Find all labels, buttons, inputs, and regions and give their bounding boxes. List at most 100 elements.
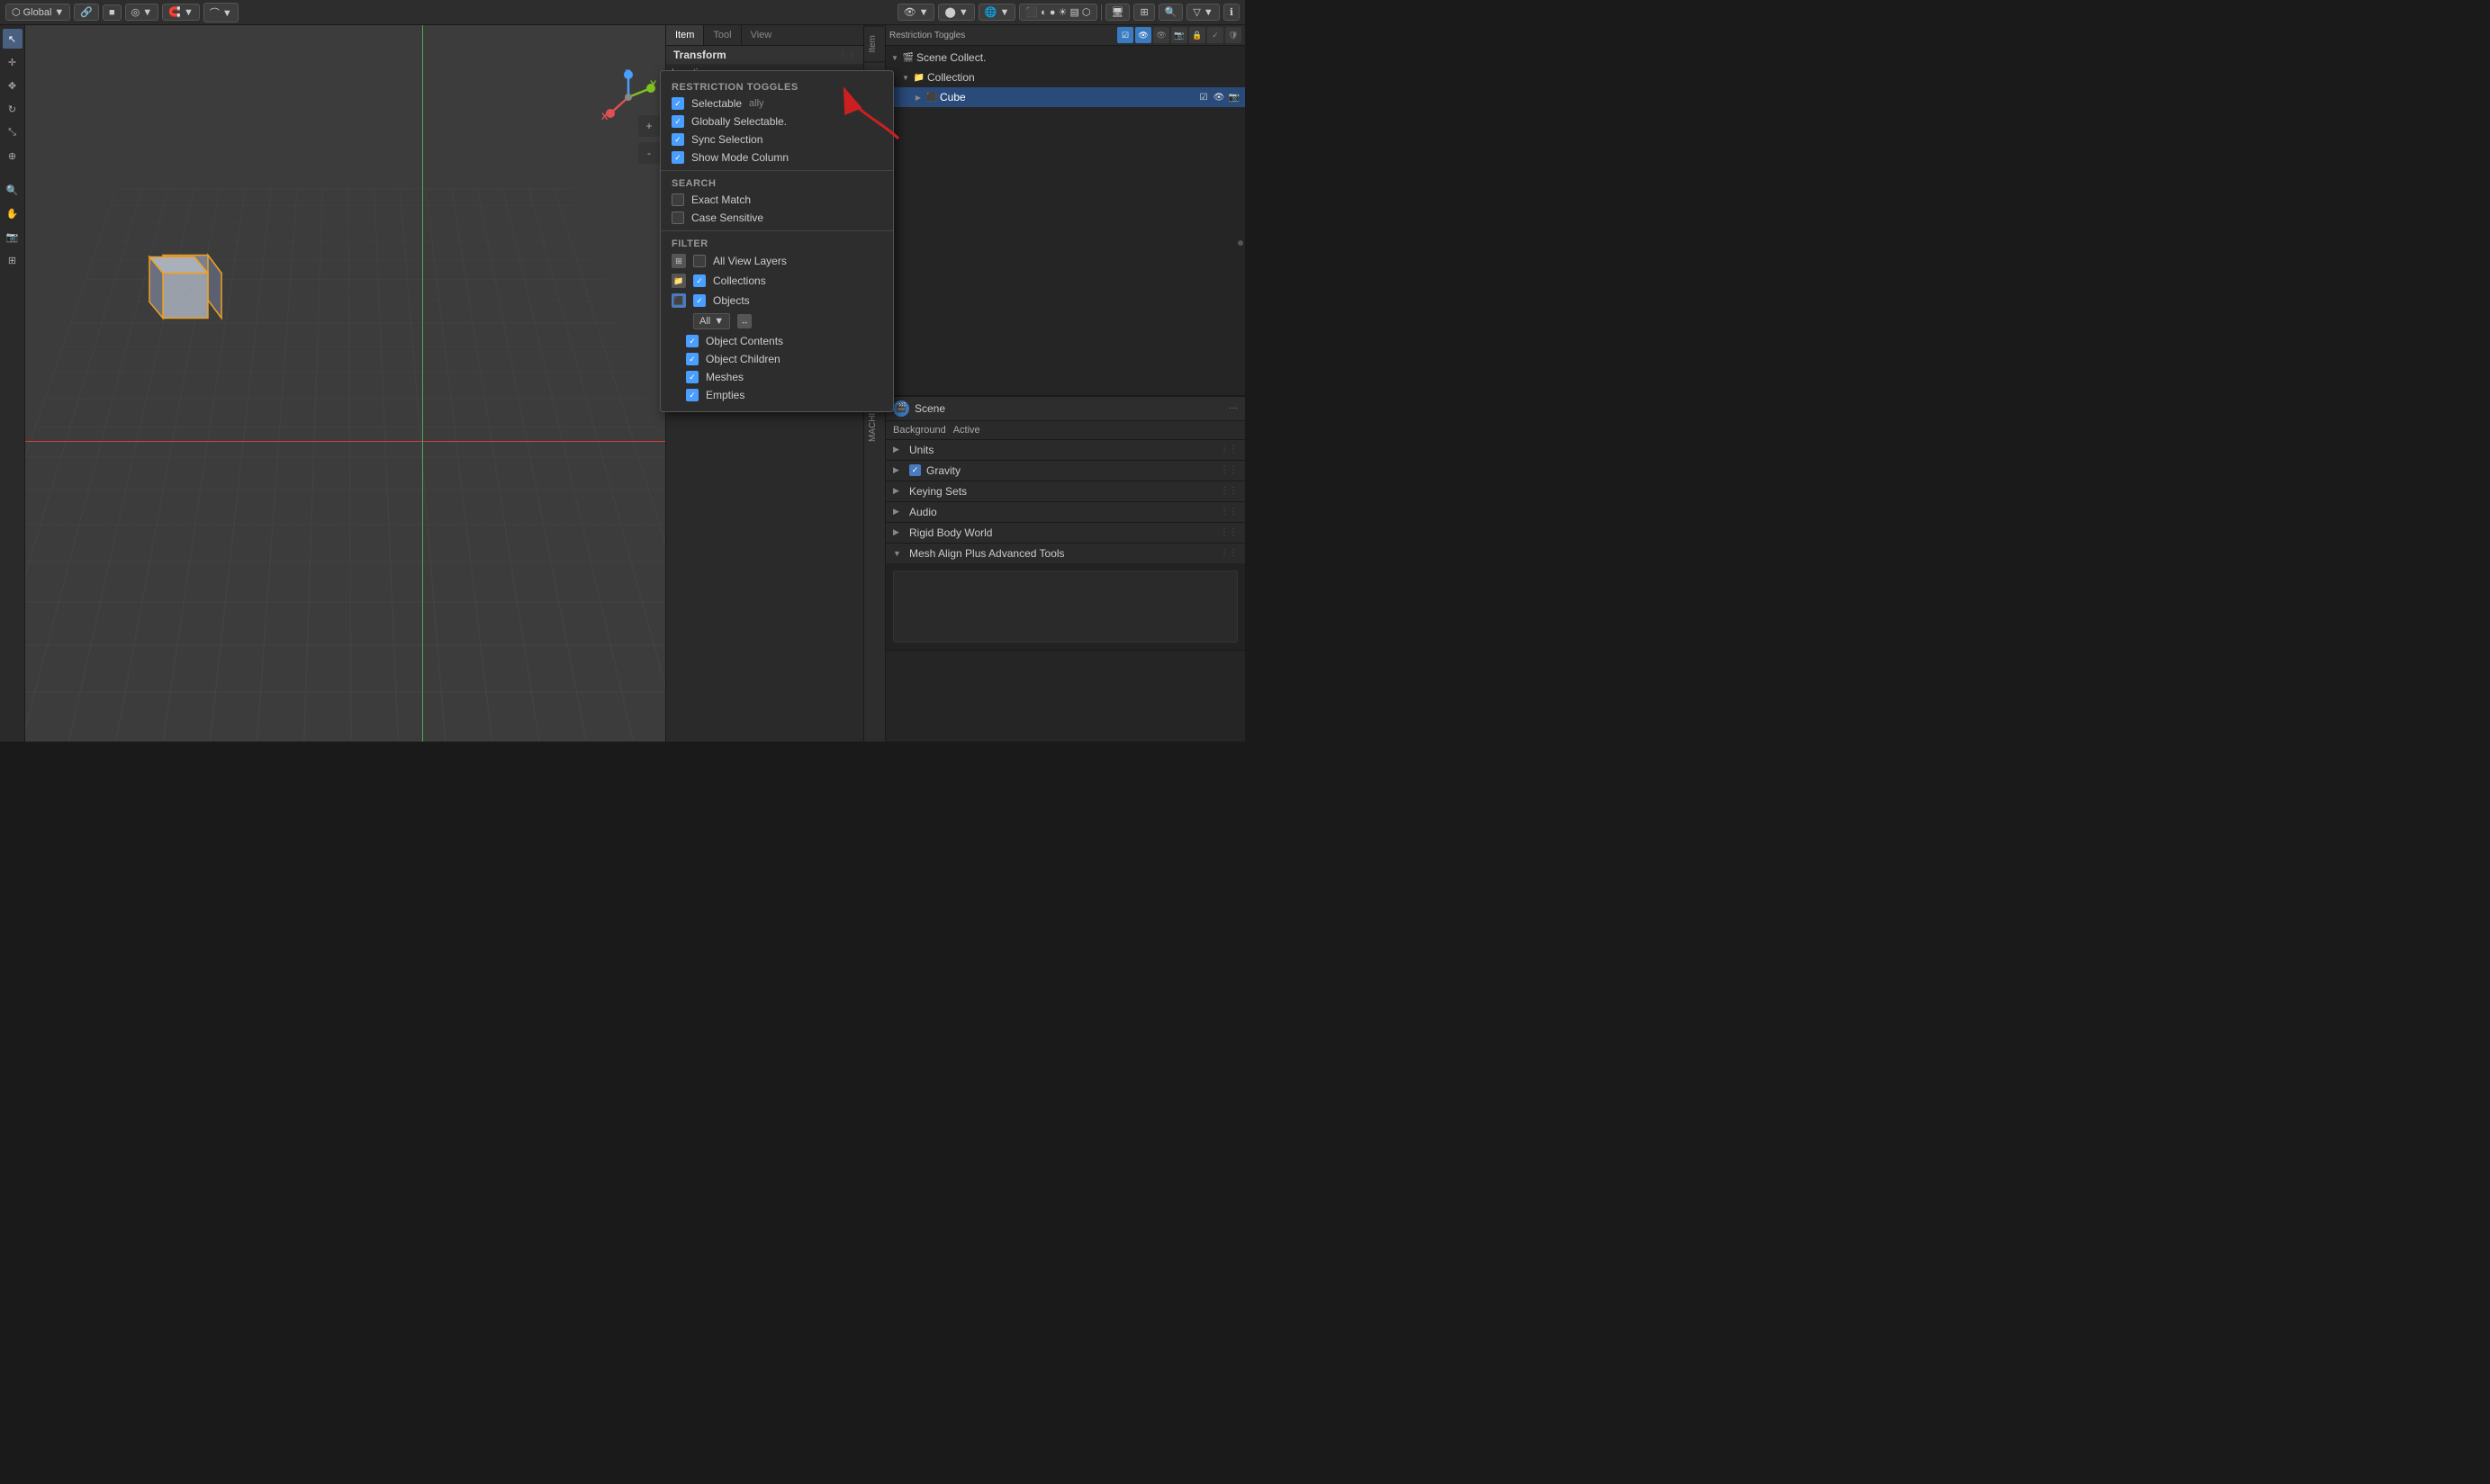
popup-collections-checkbox[interactable]: ✓ (693, 274, 706, 287)
gravity-checkbox[interactable]: ✓ (909, 464, 921, 476)
popup-empties-checkbox[interactable]: ✓ (686, 389, 699, 401)
popup-selectable-item[interactable]: ✓ Selectable ally (661, 94, 893, 112)
tree-cube[interactable]: ▶ ⬛ Cube ☑ 👁 📷 (886, 87, 1245, 107)
viewport-zoom-in[interactable]: + (638, 115, 660, 137)
overlay-btn[interactable]: ⬤ ▼ (938, 4, 974, 21)
gravity-header[interactable]: ▶ ✓ Gravity ⋮⋮ (886, 461, 1245, 481)
popup-sync-label: Sync Selection (691, 133, 762, 146)
snap-btn[interactable]: 🧲 ▼ (162, 4, 200, 21)
tree-collection[interactable]: ▼ 📁 Collection (886, 67, 1245, 87)
rtoggle-check[interactable]: ✓ (1207, 27, 1223, 43)
popup-exact-match-checkbox[interactable] (672, 193, 684, 206)
transform-tool-btn[interactable]: ⊕ (3, 146, 23, 166)
gravity-dots: ⋮⋮ (1220, 465, 1238, 475)
popup-case-sensitive-item[interactable]: Case Sensitive (661, 209, 893, 227)
info-btn[interactable]: ℹ (1223, 4, 1240, 21)
popup-collections-label: Collections (713, 274, 766, 287)
rtoggle-camera[interactable]: 📷 (1171, 27, 1187, 43)
cube-arrow[interactable]: ▶ (913, 92, 924, 103)
select-tool-btn[interactable]: ↖ (3, 29, 23, 49)
scene-collection-arrow[interactable]: ▼ (889, 52, 900, 63)
grab-btn[interactable]: ✋ (3, 203, 23, 223)
keying-sets-arrow: ▶ (893, 486, 904, 496)
popup-expand-btn[interactable]: ↔ (737, 314, 752, 328)
tab-item[interactable]: Item (666, 25, 704, 45)
popup-selectable-checkbox[interactable]: ✓ (672, 97, 684, 110)
popup-show-mode-checkbox[interactable]: ✓ (672, 151, 684, 164)
popup-object-contents-label: Object Contents (706, 335, 783, 347)
popup-globally-selectable-item[interactable]: ✓ Globally Selectable. (661, 112, 893, 130)
xray-btn[interactable]: 🌐 ▼ (979, 4, 1016, 21)
rtoggle-shield[interactable]: 🛡 (1225, 27, 1241, 43)
rtoggle-lock[interactable]: 🔒 (1189, 27, 1205, 43)
viewport[interactable]: Z Y X + - (25, 25, 665, 742)
units-header[interactable]: ▶ Units ⋮⋮ (886, 440, 1245, 460)
popup-exact-match-item[interactable]: Exact Match (661, 191, 893, 209)
render-mode-btns[interactable]: ⬛ ◐ ● ☀ ▤ ⬡ (1019, 4, 1096, 21)
cube-toggle-eye[interactable]: 👁 (1212, 90, 1226, 104)
rigid-body-header[interactable]: ▶ Rigid Body World ⋮⋮ (886, 523, 1245, 543)
popup-menu: Restriction Toggles ✓ Selectable ally ✓ … (660, 70, 894, 412)
popup-filter-dropdown[interactable]: All ▼ (693, 313, 730, 329)
rtoggle-eye[interactable]: 👁 (1135, 27, 1151, 43)
popup-meshes-checkbox[interactable]: ✓ (686, 371, 699, 383)
collection-arrow[interactable]: ▼ (900, 72, 911, 83)
tab-tool[interactable]: Tool (704, 25, 741, 45)
scene-options[interactable]: ··· (1229, 403, 1238, 413)
popup-globally-selectable-checkbox[interactable]: ✓ (672, 115, 684, 128)
popup-objects-label: Objects (713, 294, 750, 307)
popup-object-contents-checkbox[interactable]: ✓ (686, 335, 699, 347)
audio-arrow: ▶ (893, 507, 904, 517)
tab-view[interactable]: View (742, 25, 781, 45)
popup-object-children-checkbox[interactable]: ✓ (686, 353, 699, 365)
mode-icon: ⬡ (12, 6, 21, 18)
vtab-item[interactable]: Item (864, 25, 885, 61)
viewport-zoom-out[interactable]: - (638, 142, 660, 164)
rotate-tool-btn[interactable]: ↻ (3, 99, 23, 119)
grid-btn[interactable]: ⊞ (3, 250, 23, 270)
outliner-area: Restriction Toggles ☑ 👁 👁 📷 🔒 ✓ 🛡 ▼ 🎬 Sc… (885, 25, 1245, 742)
link-btn[interactable]: 🔗 (74, 4, 99, 21)
restriction-toggles-label: Restriction Toggles (889, 31, 1114, 40)
all-view-layers-icon: ⊞ (672, 254, 686, 268)
viewport-shading-btn[interactable]: 👁 ▼ (898, 4, 935, 21)
popup-sync-selection-item[interactable]: ✓ Sync Selection (661, 130, 893, 148)
pivot-btn[interactable]: ◎ ▼ (125, 4, 159, 21)
cube-toggle-camera[interactable]: 📷 (1227, 90, 1241, 104)
popup-objects-checkbox[interactable]: ✓ (693, 294, 706, 307)
popup-filter-title: Filter (661, 235, 893, 251)
move-tool-btn[interactable]: ✥ (3, 76, 23, 95)
popup-object-children-item[interactable]: ✓ Object Children (661, 350, 893, 368)
shape-btn[interactable]: ■ (103, 4, 122, 21)
audio-header[interactable]: ▶ Audio ⋮⋮ (886, 502, 1245, 522)
scale-tool-btn[interactable]: ⤡ (3, 122, 23, 142)
mesh-align-header[interactable]: ▼ Mesh Align Plus Advanced Tools ⋮⋮ (886, 544, 1245, 563)
camera-btn[interactable]: 📷 (3, 227, 23, 247)
editor-type-btn[interactable]: 🖥 (1105, 4, 1131, 21)
view-toggle-btn[interactable]: ⊞ (1133, 4, 1154, 21)
popup-all-view-layers-row: ⊞ All View Layers (661, 251, 893, 271)
proportional-btn[interactable]: ⌒ ▼ (203, 3, 239, 22)
popup-sync-checkbox[interactable]: ✓ (672, 133, 684, 146)
cursor-tool-btn[interactable]: ✛ (3, 52, 23, 72)
keying-sets-header[interactable]: ▶ Keying Sets ⋮⋮ (886, 481, 1245, 501)
viewport-icons-right: + - (638, 115, 660, 164)
filter-btn[interactable]: ▽ ▼ (1186, 4, 1219, 21)
mode-selector[interactable]: ⬡ Global ▼ (5, 4, 70, 21)
zoom-in-btn[interactable]: 🔍 (3, 180, 23, 200)
popup-meshes-item[interactable]: ✓ Meshes (661, 368, 893, 386)
popup-object-contents-item[interactable]: ✓ Object Contents (661, 332, 893, 350)
popup-globally-selectable-label: Globally Selectable. (691, 115, 787, 128)
cube-object[interactable] (131, 247, 239, 348)
popup-all-view-layers-checkbox[interactable] (693, 255, 706, 267)
tree-scene-collection[interactable]: ▼ 🎬 Scene Collect. (886, 48, 1245, 67)
rtoggle-hide[interactable]: 👁 (1153, 27, 1169, 43)
popup-dropdown-label: All (699, 316, 710, 327)
popup-show-mode-item[interactable]: ✓ Show Mode Column (661, 148, 893, 166)
search-btn[interactable]: 🔍 (1159, 4, 1184, 21)
scene-bg-row: Background Active (886, 421, 1245, 440)
popup-case-sensitive-checkbox[interactable] (672, 211, 684, 224)
popup-empties-item[interactable]: ✓ Empties (661, 386, 893, 404)
rtoggle-select[interactable]: ☑ (1117, 27, 1133, 43)
cube-toggle-select[interactable]: ☑ (1196, 90, 1211, 104)
